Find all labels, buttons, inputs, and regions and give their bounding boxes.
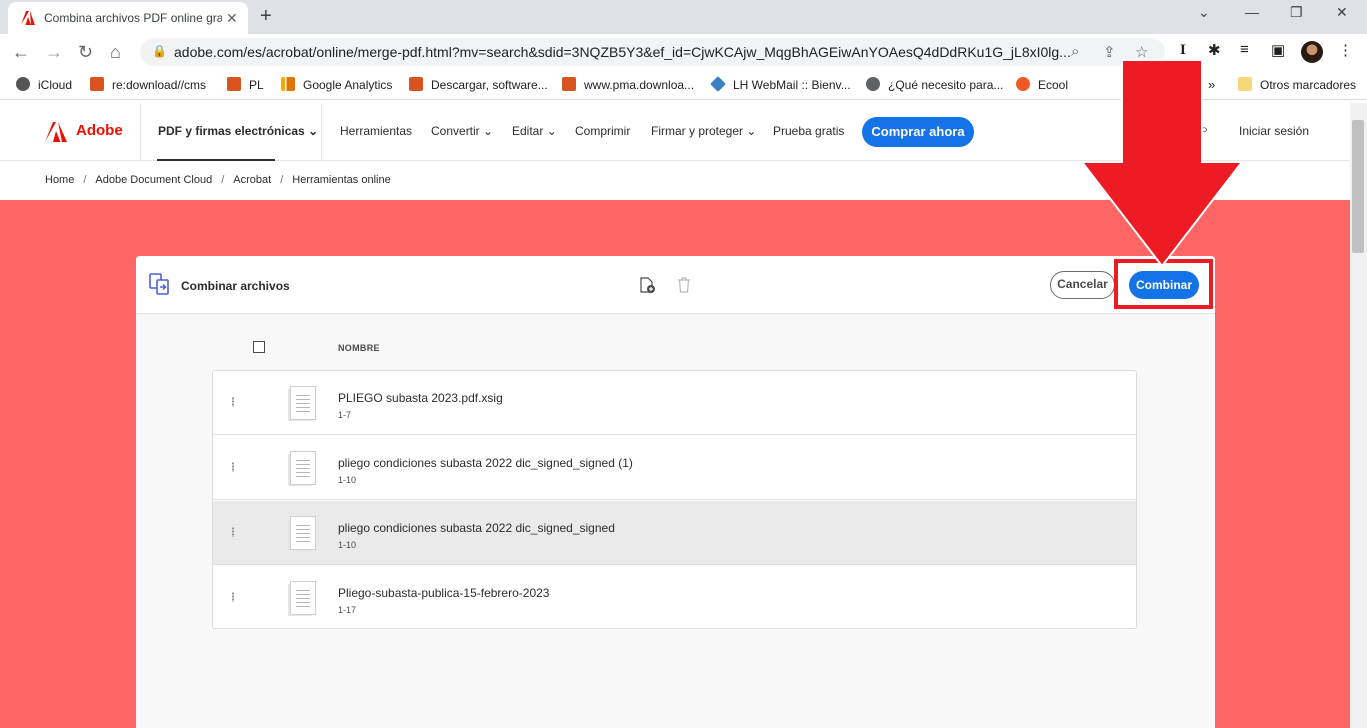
browser-tab[interactable]: Combina archivos PDF online gra ✕	[8, 2, 248, 34]
pdf-thumbnail	[290, 516, 316, 550]
add-file-icon[interactable]	[639, 277, 656, 294]
home-icon[interactable]: ⌂	[110, 42, 121, 63]
file-page-range: 1-7	[338, 410, 352, 420]
adobe-brand[interactable]: Adobe	[76, 122, 123, 139]
url-text: adobe.com/es/acrobat/online/merge-pdf.ht…	[174, 44, 1071, 60]
bookmark-webmail[interactable]: LH WebMail :: Bienv...	[710, 76, 851, 92]
minimize-icon[interactable]: —	[1245, 4, 1259, 20]
other-bookmarks[interactable]: Otros marcadores	[1238, 77, 1356, 92]
bookmark-pl[interactable]: PL	[227, 77, 264, 92]
annotation-arrow-down-icon	[1080, 59, 1245, 268]
select-all-checkbox[interactable]	[253, 341, 265, 353]
combine-panel-header: Combinar archivos Cancelar Combinar	[136, 256, 1215, 314]
pdf-thumbnail	[290, 581, 316, 615]
file-name: pliego condiciones subasta 2022 dic_sign…	[338, 456, 633, 470]
breadcrumb-home[interactable]: Home	[45, 174, 74, 186]
download-site-icon	[562, 77, 576, 91]
download-site-icon	[409, 77, 423, 91]
bookmark-redownload[interactable]: re:download//cms	[90, 77, 206, 92]
extensions-puzzle-icon[interactable]: ✱	[1208, 41, 1221, 59]
bookmark-google-analytics[interactable]: Google Analytics	[281, 77, 392, 92]
drag-handle-icon[interactable]	[231, 527, 235, 537]
tab-search-chevron-icon[interactable]: ⌄	[1198, 4, 1210, 21]
pdf-thumbnail	[290, 451, 316, 485]
adobe-logo-icon	[45, 122, 67, 142]
breadcrumb-separator: /	[83, 174, 87, 186]
nav-convertir[interactable]: Convertir ⌄	[431, 124, 493, 138]
address-bar[interactable]: 🔒 adobe.com/es/acrobat/online/merge-pdf.…	[140, 38, 1165, 66]
tab-title: Combina archivos PDF online gra	[44, 11, 222, 25]
file-list: PLIEGO subasta 2023.pdf.xsig 1-7 pliego …	[212, 370, 1137, 629]
combine-files-icon	[149, 273, 169, 295]
bookmark-ecool[interactable]: Ecool	[1016, 77, 1068, 92]
breadcrumb-herramientas: Herramientas online	[292, 174, 391, 186]
bookmark-que-necesito[interactable]: ¿Qué necesito para...	[866, 77, 1003, 92]
nav-herramientas[interactable]: Herramientas	[340, 124, 412, 138]
file-name: Pliego-subasta-publica-15-febrero-2023	[338, 586, 550, 600]
breadcrumb-separator: /	[280, 174, 284, 186]
file-name: pliego condiciones subasta 2022 dic_sign…	[338, 521, 615, 535]
nav-prueba-gratis[interactable]: Prueba gratis	[773, 124, 844, 138]
new-tab-icon[interactable]: +	[260, 5, 272, 28]
file-page-range: 1-17	[338, 605, 357, 615]
table-row[interactable]: PLIEGO subasta 2023.pdf.xsig 1-7	[213, 371, 1136, 435]
nav-comprimir[interactable]: Comprimir	[575, 124, 630, 138]
back-icon[interactable]: ←	[12, 42, 30, 63]
window-close-icon[interactable]: ✕	[1336, 4, 1348, 21]
table-row[interactable]: pliego condiciones subasta 2022 dic_sign…	[213, 436, 1136, 500]
globe-icon	[866, 77, 880, 91]
column-header-name[interactable]: NOMBRE	[338, 343, 380, 353]
table-row[interactable]: pliego condiciones subasta 2022 dic_sign…	[213, 501, 1136, 565]
breadcrumb: Home / Adobe Document Cloud / Acrobat / Herram…	[45, 174, 391, 186]
product-menu[interactable]: PDF y firmas electrónicas ⌄	[158, 124, 318, 138]
nav-firmar-proteger[interactable]: Firmar y proteger ⌄	[651, 124, 756, 138]
file-page-range: 1-10	[338, 540, 357, 550]
chevron-down-icon: ⌄	[483, 124, 494, 138]
breadcrumb-document-cloud[interactable]: Adobe Document Cloud	[95, 174, 212, 186]
chevron-down-icon: ⌄	[546, 124, 557, 138]
breadcrumb-separator: /	[221, 174, 225, 186]
adobe-favicon-icon	[21, 11, 35, 25]
reload-icon[interactable]: ↻	[78, 42, 93, 63]
browser-menu-icon[interactable]: ⋮	[1338, 41, 1353, 59]
cancel-button[interactable]: Cancelar	[1050, 271, 1115, 299]
pdf-thumbnail	[290, 386, 316, 420]
lock-icon: 🔒	[152, 44, 167, 58]
zoom-icon[interactable]: ⌕	[1071, 43, 1079, 60]
delete-trash-icon[interactable]	[677, 277, 691, 293]
drag-handle-icon[interactable]	[231, 592, 235, 602]
cpanel-icon	[1016, 77, 1030, 91]
bookmark-icloud[interactable]: iCloud	[16, 77, 72, 92]
forward-icon[interactable]: →	[45, 42, 63, 63]
buy-now-button[interactable]: Comprar ahora	[862, 117, 974, 147]
file-name: PLIEGO subasta 2023.pdf.xsig	[338, 391, 503, 405]
media-control-icon[interactable]: ≡	[1240, 41, 1249, 58]
download-site-icon	[90, 77, 104, 91]
browser-tab-strip: Combina archivos PDF online gra ✕ + ⌄ — …	[0, 0, 1367, 34]
nav-editar[interactable]: Editar ⌄	[512, 124, 557, 138]
chevron-down-icon: ⌄	[308, 124, 319, 138]
drag-handle-icon[interactable]	[231, 397, 235, 407]
apple-icon	[16, 77, 30, 91]
drag-handle-icon[interactable]	[231, 462, 235, 472]
download-site-icon	[227, 77, 241, 91]
side-panel-icon[interactable]: ▣	[1271, 41, 1285, 59]
page-scrollbar-thumb[interactable]	[1352, 120, 1364, 253]
sign-in-link[interactable]: Iniciar sesión	[1239, 124, 1309, 138]
bookmark-descargar[interactable]: Descargar, software...	[409, 77, 548, 92]
restore-icon[interactable]: ❐	[1290, 4, 1303, 21]
webmail-icon	[710, 76, 726, 92]
product-active-underline	[157, 159, 275, 161]
panel-title: Combinar archivos	[181, 279, 290, 293]
extension-i-icon[interactable]: I	[1180, 42, 1186, 59]
tab-close-icon[interactable]: ✕	[226, 10, 238, 27]
table-row[interactable]: Pliego-subasta-publica-15-febrero-2023 1…	[213, 566, 1136, 629]
file-page-range: 1-10	[338, 475, 357, 485]
chevron-down-icon: ⌄	[746, 124, 757, 138]
breadcrumb-acrobat[interactable]: Acrobat	[233, 174, 271, 186]
profile-avatar[interactable]	[1301, 41, 1323, 63]
analytics-icon	[281, 77, 295, 91]
bookmark-pma[interactable]: www.pma.downloa...	[562, 77, 694, 92]
